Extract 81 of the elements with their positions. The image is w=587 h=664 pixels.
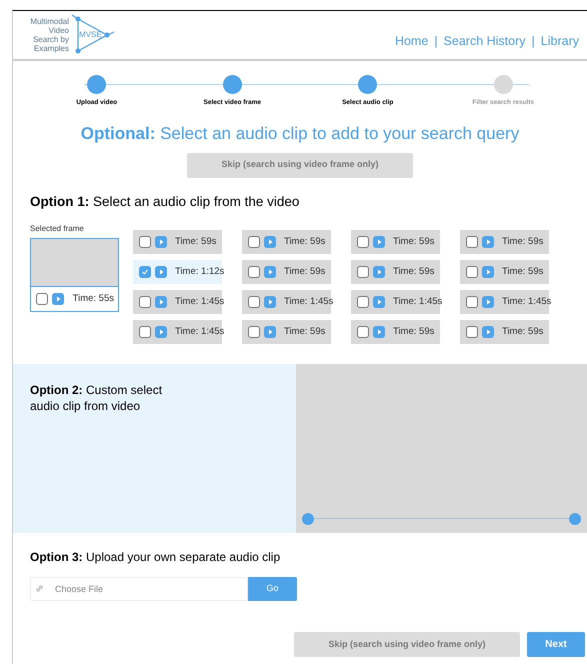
clip-time: Time: 1:45s (175, 324, 224, 339)
checkbox[interactable] (357, 326, 369, 338)
clip-time: Time: 59s (284, 324, 326, 339)
clip-time: Time: 59s (284, 234, 326, 249)
nav-separator: | (434, 32, 438, 50)
selected-frame-label: Selected frame (30, 222, 85, 235)
clip-time: Time: 1:45s (393, 294, 442, 309)
audio-clip-tile[interactable]: Time: 59s (242, 320, 331, 344)
audio-clip-tile[interactable]: Time: 59s (242, 260, 331, 284)
checkbox[interactable] (357, 296, 369, 308)
clip-time: Time: 1:45s (502, 294, 552, 309)
checkbox[interactable] (248, 236, 260, 248)
section-title: Option 2: Custom select audio clip from video (30, 382, 164, 414)
play-icon[interactable] (482, 236, 494, 248)
play-icon[interactable] (52, 292, 64, 305)
clip-time: Time: 55s (72, 292, 114, 306)
play-icon[interactable] (264, 296, 276, 308)
range-handle[interactable] (569, 512, 581, 525)
section-title: Option 1: Select an audio clip from the video (30, 192, 300, 211)
checkbox[interactable] (357, 236, 369, 248)
audio-clip-tile[interactable]: Time: 1:45s (242, 290, 331, 314)
play-icon[interactable] (264, 236, 276, 248)
audio-clip-tile[interactable]: Time: 59s (460, 320, 549, 344)
play-icon[interactable] (482, 296, 494, 308)
play-icon[interactable] (264, 266, 276, 278)
checkbox[interactable] (357, 266, 369, 278)
play-icon[interactable] (373, 266, 385, 278)
clip-time: Time: 59s (502, 234, 544, 249)
play-icon[interactable] (373, 236, 385, 248)
checkbox[interactable] (466, 236, 478, 248)
audio-clip-tile[interactable]: Time: 1:45s (133, 320, 222, 344)
audio-clip-tile[interactable]: Time: 59s (460, 260, 549, 284)
audio-clip-tile[interactable]: Time: 1:45s (351, 290, 440, 314)
checkbox[interactable] (139, 326, 151, 338)
clip-time: Time: 1:12s (175, 264, 224, 279)
audio-clip-tile[interactable]: Time: 59s (351, 320, 440, 344)
play-icon[interactable] (373, 296, 385, 308)
audio-clip-tile[interactable]: Time: 59s (351, 260, 440, 284)
range-track[interactable] (302, 512, 581, 525)
play-icon[interactable] (482, 326, 494, 338)
checkbox[interactable] (248, 296, 260, 308)
checkbox[interactable] (466, 266, 478, 278)
checkbox[interactable] (248, 326, 260, 338)
clip-time: Time: 59s (393, 234, 434, 249)
checkbox[interactable] (139, 266, 151, 278)
section-title: Option 3: Upload your own separate audio clip (30, 548, 282, 566)
audio-clip-tile[interactable]: Time: 1:45s (460, 290, 549, 314)
file-input-field[interactable]: Choose File (30, 576, 248, 601)
clip-time: Time: 59s (393, 324, 434, 339)
play-icon[interactable] (155, 266, 167, 278)
audio-clip-tile[interactable]: Time: 59s (460, 230, 549, 254)
audio-clip-tile[interactable]: Time: 59s (133, 230, 222, 254)
play-icon[interactable] (264, 326, 276, 338)
play-icon[interactable] (155, 236, 167, 248)
link-icon (36, 584, 43, 592)
audio-clip-tile[interactable]: Time: 1:12s (133, 260, 222, 284)
play-icon[interactable] (155, 326, 167, 338)
checkbox[interactable] (466, 296, 478, 308)
clip-time: Time: 59s (175, 234, 216, 249)
clip-time: Time: 1:45s (284, 294, 334, 309)
checkbox[interactable] (36, 292, 48, 305)
audio-clip-tile[interactable]: Time: 59s (242, 230, 331, 254)
checkbox[interactable] (248, 266, 260, 278)
clip-time: Time: 59s (502, 324, 544, 339)
checkbox[interactable] (466, 326, 478, 338)
play-icon[interactable] (482, 266, 494, 278)
range-handle[interactable] (302, 512, 314, 525)
page-heading: Optional: Select an audio clip to add to your search query (80, 123, 520, 145)
clip-time: Time: 59s (393, 264, 434, 279)
check-icon (141, 268, 149, 276)
nav-separator: | (532, 32, 535, 50)
audio-clip-tile[interactable]: Time: 1:45s (133, 290, 222, 314)
play-icon[interactable] (155, 296, 167, 308)
audio-clip-tile[interactable]: Time: 59s (351, 230, 440, 254)
checkbox[interactable] (139, 236, 151, 248)
clip-time: Time: 1:45s (175, 294, 224, 309)
mvse-logo[interactable]: Multimodal Video Search by Examples MVSE (23, 14, 127, 56)
clip-time: Time: 59s (284, 264, 326, 279)
play-icon[interactable] (373, 326, 385, 338)
checkbox[interactable] (139, 296, 151, 308)
clip-time: Time: 59s (502, 264, 544, 279)
